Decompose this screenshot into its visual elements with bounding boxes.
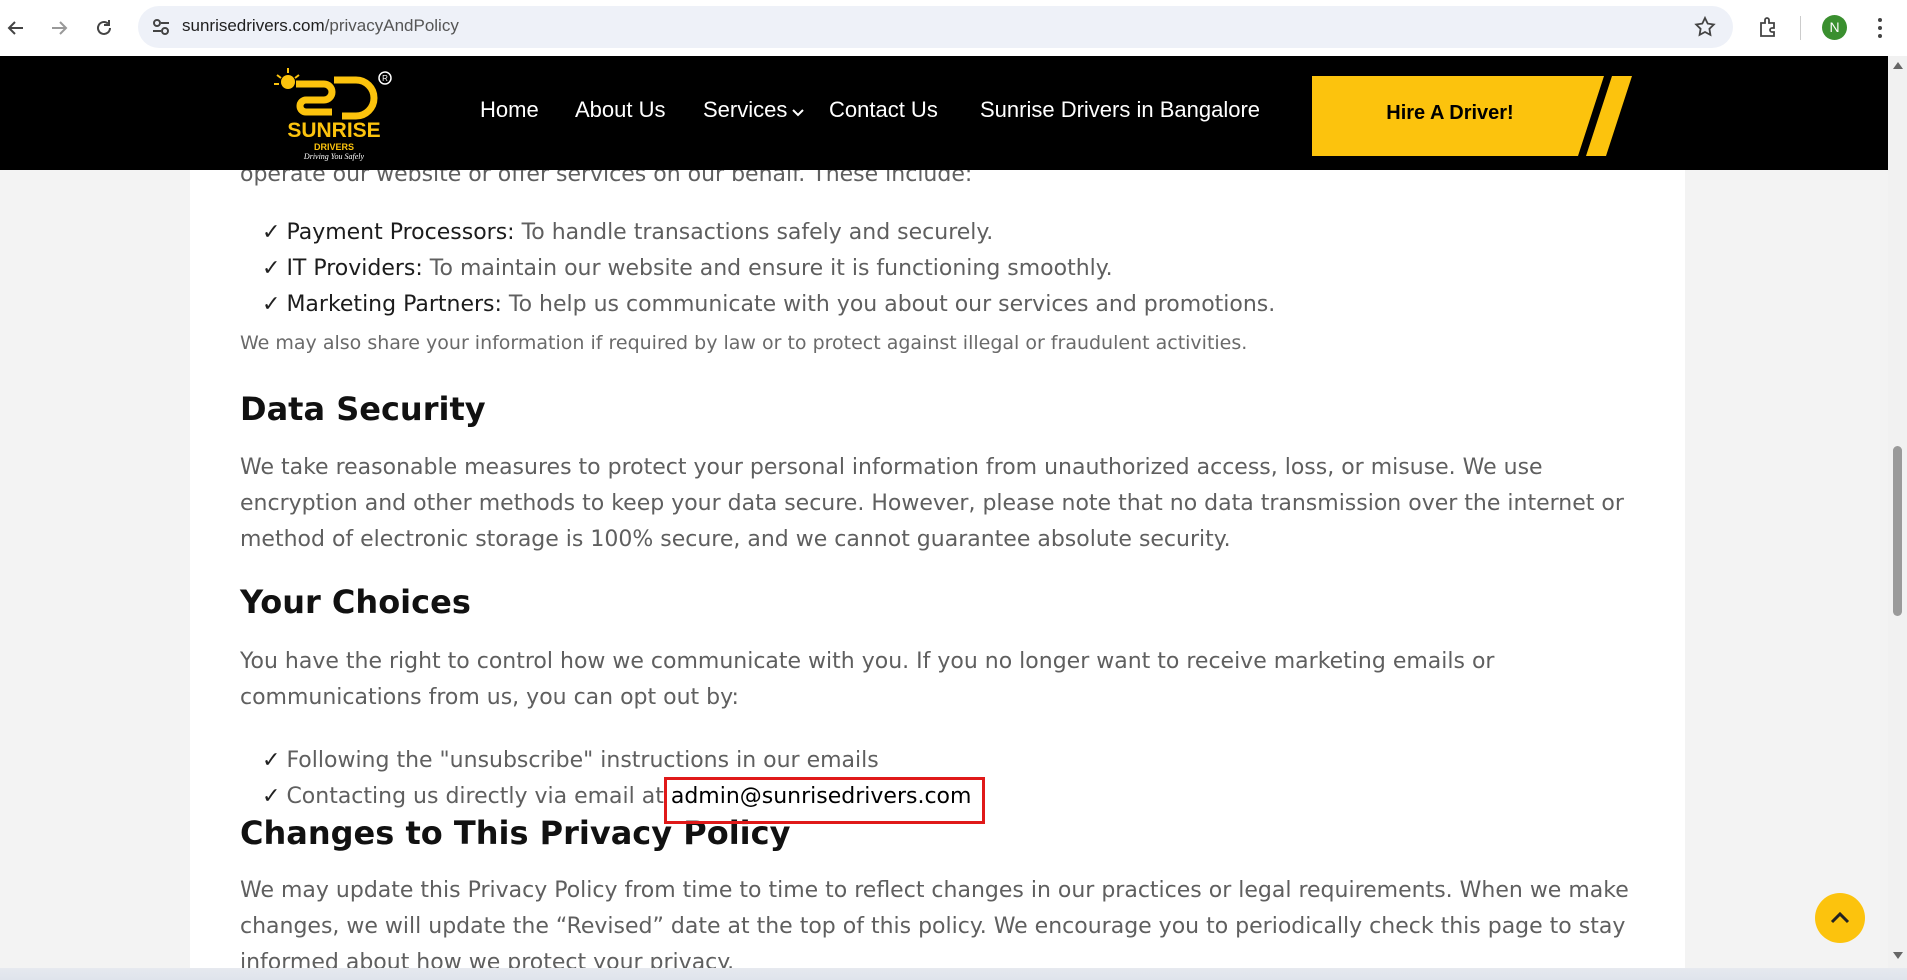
checkmark-icon: ✓ xyxy=(262,220,281,245)
page-scrollbar[interactable] xyxy=(1888,56,1907,968)
nav-contact[interactable]: Contact Us xyxy=(829,97,938,123)
scroll-down-arrow-icon[interactable] xyxy=(1893,952,1903,959)
data-security-body: We take reasonable measures to protect y… xyxy=(240,455,1624,552)
address-bar[interactable]: sunrisedrivers.com/privacyAndPolicy xyxy=(138,6,1733,48)
list-item-text: Following the "unsubscribe" instructions… xyxy=(286,748,879,773)
checkmark-icon: ✓ xyxy=(262,748,281,773)
list-item-term: Payment Processors: xyxy=(286,220,515,245)
site-header: R SUNRISE DRIVERS Driving You Safely Hom… xyxy=(0,56,1888,170)
clipped-intro-text: operate our website or offer services on… xyxy=(240,170,973,187)
list-item: ✓ Marketing Partners: To help us communic… xyxy=(262,292,1275,317)
list-item-desc: To handle transactions safely and secure… xyxy=(514,220,994,245)
legal-note: We may also share your information if re… xyxy=(240,332,1248,354)
url-domain: sunrisedrivers.com xyxy=(182,16,325,35)
your-choices-body: You have the right to control how we com… xyxy=(240,649,1495,710)
list-item-desc: To help us communicate with you about ou… xyxy=(501,292,1276,317)
svg-text:R: R xyxy=(382,74,388,83)
scroll-up-arrow-icon[interactable] xyxy=(1893,62,1903,69)
list-item: ✓ Following the "unsubscribe" instruction… xyxy=(262,748,879,773)
list-item-text: Contacting us directly via email at xyxy=(286,784,671,809)
policy-content: operate our website or offer services on… xyxy=(190,170,1685,970)
nav-home[interactable]: Home xyxy=(480,97,539,123)
chevron-down-icon xyxy=(791,98,805,124)
sunrise-drivers-logo[interactable]: R SUNRISE DRIVERS Driving You Safely xyxy=(272,66,396,162)
back-arrow-icon[interactable] xyxy=(2,14,30,42)
nav-bangalore[interactable]: Sunrise Drivers in Bangalore xyxy=(980,97,1260,123)
list-item: ✓ IT Providers: To maintain our website a… xyxy=(262,256,1113,281)
bookmark-star-icon[interactable] xyxy=(1693,15,1717,39)
browser-toolbar: sunrisedrivers.com/privacyAndPolicy N xyxy=(0,0,1907,56)
scroll-thumb[interactable] xyxy=(1893,446,1902,616)
site-info-icon[interactable] xyxy=(150,16,172,38)
url-text: sunrisedrivers.com/privacyAndPolicy xyxy=(182,16,459,36)
checkmark-icon: ✓ xyxy=(262,292,281,317)
profile-avatar[interactable]: N xyxy=(1822,15,1847,40)
changes-body: We may update this Privacy Policy from t… xyxy=(240,878,1629,970)
list-item-term: IT Providers: xyxy=(286,256,423,281)
nav-services-label: Services xyxy=(703,97,788,122)
hire-driver-button[interactable]: Hire A Driver! xyxy=(1312,76,1632,156)
list-item-desc: To maintain our website and ensure it is… xyxy=(422,256,1113,281)
checkmark-icon: ✓ xyxy=(262,784,281,809)
url-path: /privacyAndPolicy xyxy=(324,16,459,35)
hire-driver-label: Hire A Driver! xyxy=(1386,102,1514,124)
logo-tagline: Driving You Safely xyxy=(303,152,365,161)
back-to-top-button[interactable] xyxy=(1815,893,1865,943)
heading-your-choices: Your Choices xyxy=(240,583,471,621)
list-item-term: Marketing Partners: xyxy=(286,292,502,317)
nav-services[interactable]: Services xyxy=(703,97,805,124)
chevron-up-icon xyxy=(1830,911,1850,924)
checkmark-icon: ✓ xyxy=(262,256,281,281)
toolbar-divider xyxy=(1800,16,1801,40)
extensions-icon[interactable] xyxy=(1756,14,1782,40)
reload-icon[interactable] xyxy=(90,14,118,42)
nav-about[interactable]: About Us xyxy=(575,97,666,123)
forward-arrow-icon[interactable] xyxy=(45,14,73,42)
taskbar-strip xyxy=(0,968,1907,980)
list-item: ✓ Payment Processors: To handle transacti… xyxy=(262,220,993,245)
browser-menu-icon[interactable] xyxy=(1868,14,1892,42)
email-highlight-box xyxy=(664,777,985,824)
logo-subtext: DRIVERS xyxy=(313,142,354,152)
heading-data-security: Data Security xyxy=(240,390,486,428)
logo-text: SUNRISE xyxy=(287,119,381,142)
